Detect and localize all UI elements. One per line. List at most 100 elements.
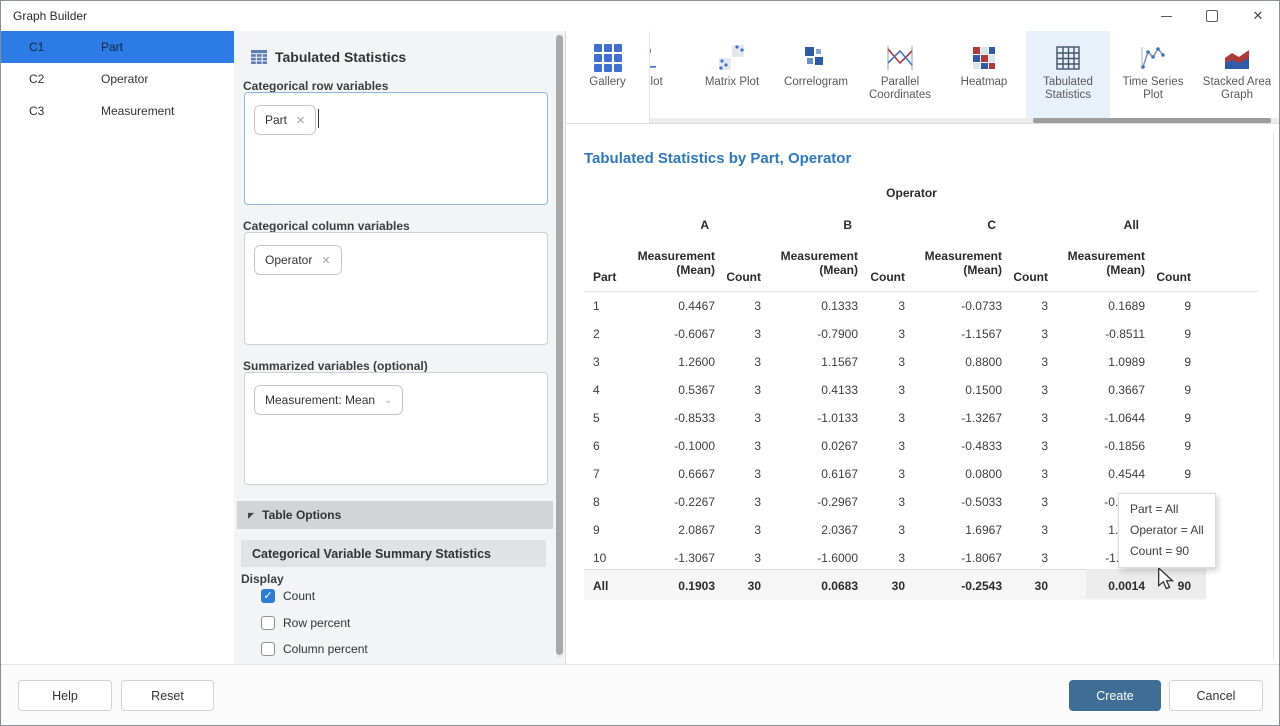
remove-chip-icon[interactable]: ✕: [321, 254, 330, 267]
reset-button[interactable]: Reset: [121, 680, 214, 711]
table-row-cell: -1.6000: [761, 544, 858, 572]
text-caret: [318, 109, 319, 128]
table-row-cell: 3: [858, 292, 905, 320]
column-variables-dropzone[interactable]: Operator ✕: [244, 232, 548, 345]
chevron-down-icon[interactable]: ⌄: [384, 395, 392, 406]
variable-chip-part[interactable]: Part✕: [254, 105, 316, 135]
table-row-cell: 3: [1002, 488, 1048, 516]
row-variables-label: Categorical row variables: [243, 79, 388, 93]
gallery-scrollbar[interactable]: [649, 118, 1280, 123]
table-row-cell: 3: [1002, 320, 1048, 348]
checkbox-row-percent[interactable]: Row percent: [261, 616, 350, 630]
help-button[interactable]: Help: [18, 680, 112, 711]
gallery-tab-stacked-area-graph[interactable]: Stacked Area Graph: [1195, 31, 1279, 118]
create-button[interactable]: Create: [1069, 680, 1161, 711]
table-row-cell: 0.0267: [761, 432, 858, 460]
table-icon: [251, 50, 267, 65]
summary-statistics-section-header: Categorical Variable Summary Statistics: [241, 540, 546, 567]
variable-chip-operator[interactable]: Operator ✕: [254, 245, 342, 275]
spacer: [1145, 209, 1191, 241]
chip-label: Operator: [265, 253, 312, 267]
remove-chip-icon[interactable]: ✕: [296, 114, 305, 127]
table-row-cell: 3: [715, 292, 761, 320]
row-variables-dropzone[interactable]: Part✕: [244, 92, 548, 205]
summarized-variables-dropzone[interactable]: Measurement: Mean ⌄: [244, 372, 548, 485]
table-row-cell: 3: [1002, 348, 1048, 376]
table-row-cell: 1.0989: [1048, 348, 1145, 376]
table-row-cell: -1.8067: [905, 544, 1002, 572]
tabulated-statistics-icon: [1052, 42, 1084, 74]
column-name: Operator: [101, 72, 148, 86]
maximize-button[interactable]: [1189, 1, 1235, 31]
correlogram-icon: [800, 42, 832, 74]
table-row-all-cell: 30: [1002, 572, 1048, 600]
window-title: Graph Builder: [13, 9, 87, 23]
table-row-cell: -0.4833: [905, 432, 1002, 460]
column-variables-label: Categorical column variables: [243, 219, 410, 233]
chip-label: Measurement: Mean: [265, 393, 375, 407]
part-column-header: Part: [584, 241, 632, 291]
table-row-cell: 3: [858, 320, 905, 348]
spacer: [584, 209, 632, 241]
table-row-cell: 0.6167: [761, 460, 858, 488]
collapse-triangle-icon: ◤: [248, 511, 254, 520]
table-row-all-part: All: [584, 572, 632, 600]
table-row-cell: 3: [1002, 292, 1048, 320]
sidebar-item-part[interactable]: C1 Part: [1, 31, 234, 63]
panel-scrollbar-thumb[interactable]: [556, 35, 563, 655]
tabulated-statistics-table: OperatorABCAllPartMeasurement(Mean)Count…: [584, 181, 1191, 600]
count-column-header: Count: [858, 241, 905, 291]
table-options-header[interactable]: ◤ Table Options: [237, 501, 553, 529]
measurement-mean-column-header: Measurement(Mean): [905, 241, 1002, 291]
table-row-cell: 9: [1145, 404, 1191, 432]
table-row-cell: 1.1567: [761, 348, 858, 376]
graph-gallery-strip: Gallerye PlotMatrix PlotCorrelogramParal…: [566, 31, 1280, 124]
table-row-cell: 9: [1145, 348, 1191, 376]
table-row-cell: 3: [858, 404, 905, 432]
table-row-cell: -0.6067: [632, 320, 715, 348]
table-row-cell: 1.2600: [632, 348, 715, 376]
gallery-tab-label: Stacked Area Graph: [1195, 76, 1279, 102]
checkbox-column-percent[interactable]: Column percent: [261, 642, 368, 656]
checkbox-count[interactable]: ✓ Count: [261, 589, 315, 603]
table-row-cell: 0.1333: [761, 292, 858, 320]
builder-panel-title: Tabulated Statistics: [251, 49, 406, 65]
checkbox-label: Count: [283, 589, 315, 603]
gallery-tab-tabulated-statistics[interactable]: Tabulated Statistics: [1026, 31, 1110, 118]
table-row-cell: -1.0644: [1048, 404, 1145, 432]
unchecked-checkbox-icon[interactable]: [261, 616, 275, 630]
table-row-cell: 9: [1145, 292, 1191, 320]
unchecked-checkbox-icon[interactable]: [261, 642, 275, 656]
gallery-tab-time-series-plot[interactable]: Time Series Plot: [1111, 31, 1195, 118]
table-row-cell: 3: [715, 376, 761, 404]
operator-span-header: Operator: [632, 181, 1191, 205]
cancel-button[interactable]: Cancel: [1169, 680, 1263, 711]
gallery-scrollbar-thumb[interactable]: [1033, 118, 1271, 123]
sidebar-item-operator[interactable]: C2 Operator: [1, 63, 234, 95]
table-row-part: 9: [584, 516, 632, 544]
table-row-part: 6: [584, 432, 632, 460]
gallery-tab-gallery[interactable]: Gallery: [566, 31, 650, 123]
table-row-cell: 2.0867: [632, 516, 715, 544]
gallery-tab-heatmap[interactable]: Heatmap: [942, 31, 1026, 118]
table-row-part: 1: [584, 292, 632, 320]
graph-builder-window: Graph Builder ✕ C1 Part C2 Operator C3Measur…: [0, 0, 1280, 726]
table-row-cell: 3: [858, 348, 905, 376]
table-row-cell: 0.4544: [1048, 460, 1145, 488]
close-button[interactable]: ✕: [1235, 1, 1280, 31]
column-id: C1: [29, 40, 69, 54]
tooltip-line: Operator = All: [1130, 520, 1204, 541]
column-name: Part: [101, 40, 123, 54]
table-row-cell: 3: [715, 320, 761, 348]
minimize-button[interactable]: [1143, 1, 1189, 31]
gallery-tab-matrix-plot[interactable]: Matrix Plot: [690, 31, 774, 118]
gallery-tab-correlogram[interactable]: Correlogram: [774, 31, 858, 118]
table-row-cell: 3: [715, 460, 761, 488]
gallery-tab-parallel-coordinates[interactable]: Parallel Coordinates: [858, 31, 942, 118]
variable-chip-measurement-mean[interactable]: Measurement: Mean ⌄: [254, 385, 403, 415]
panel-scrollbar[interactable]: [556, 33, 563, 659]
sidebar-item-measurement[interactable]: C3Measurement: [1, 95, 234, 127]
checked-checkbox-icon[interactable]: ✓: [261, 589, 275, 603]
column-id: C2: [29, 72, 69, 86]
table-row-cell: -0.1856: [1048, 432, 1145, 460]
